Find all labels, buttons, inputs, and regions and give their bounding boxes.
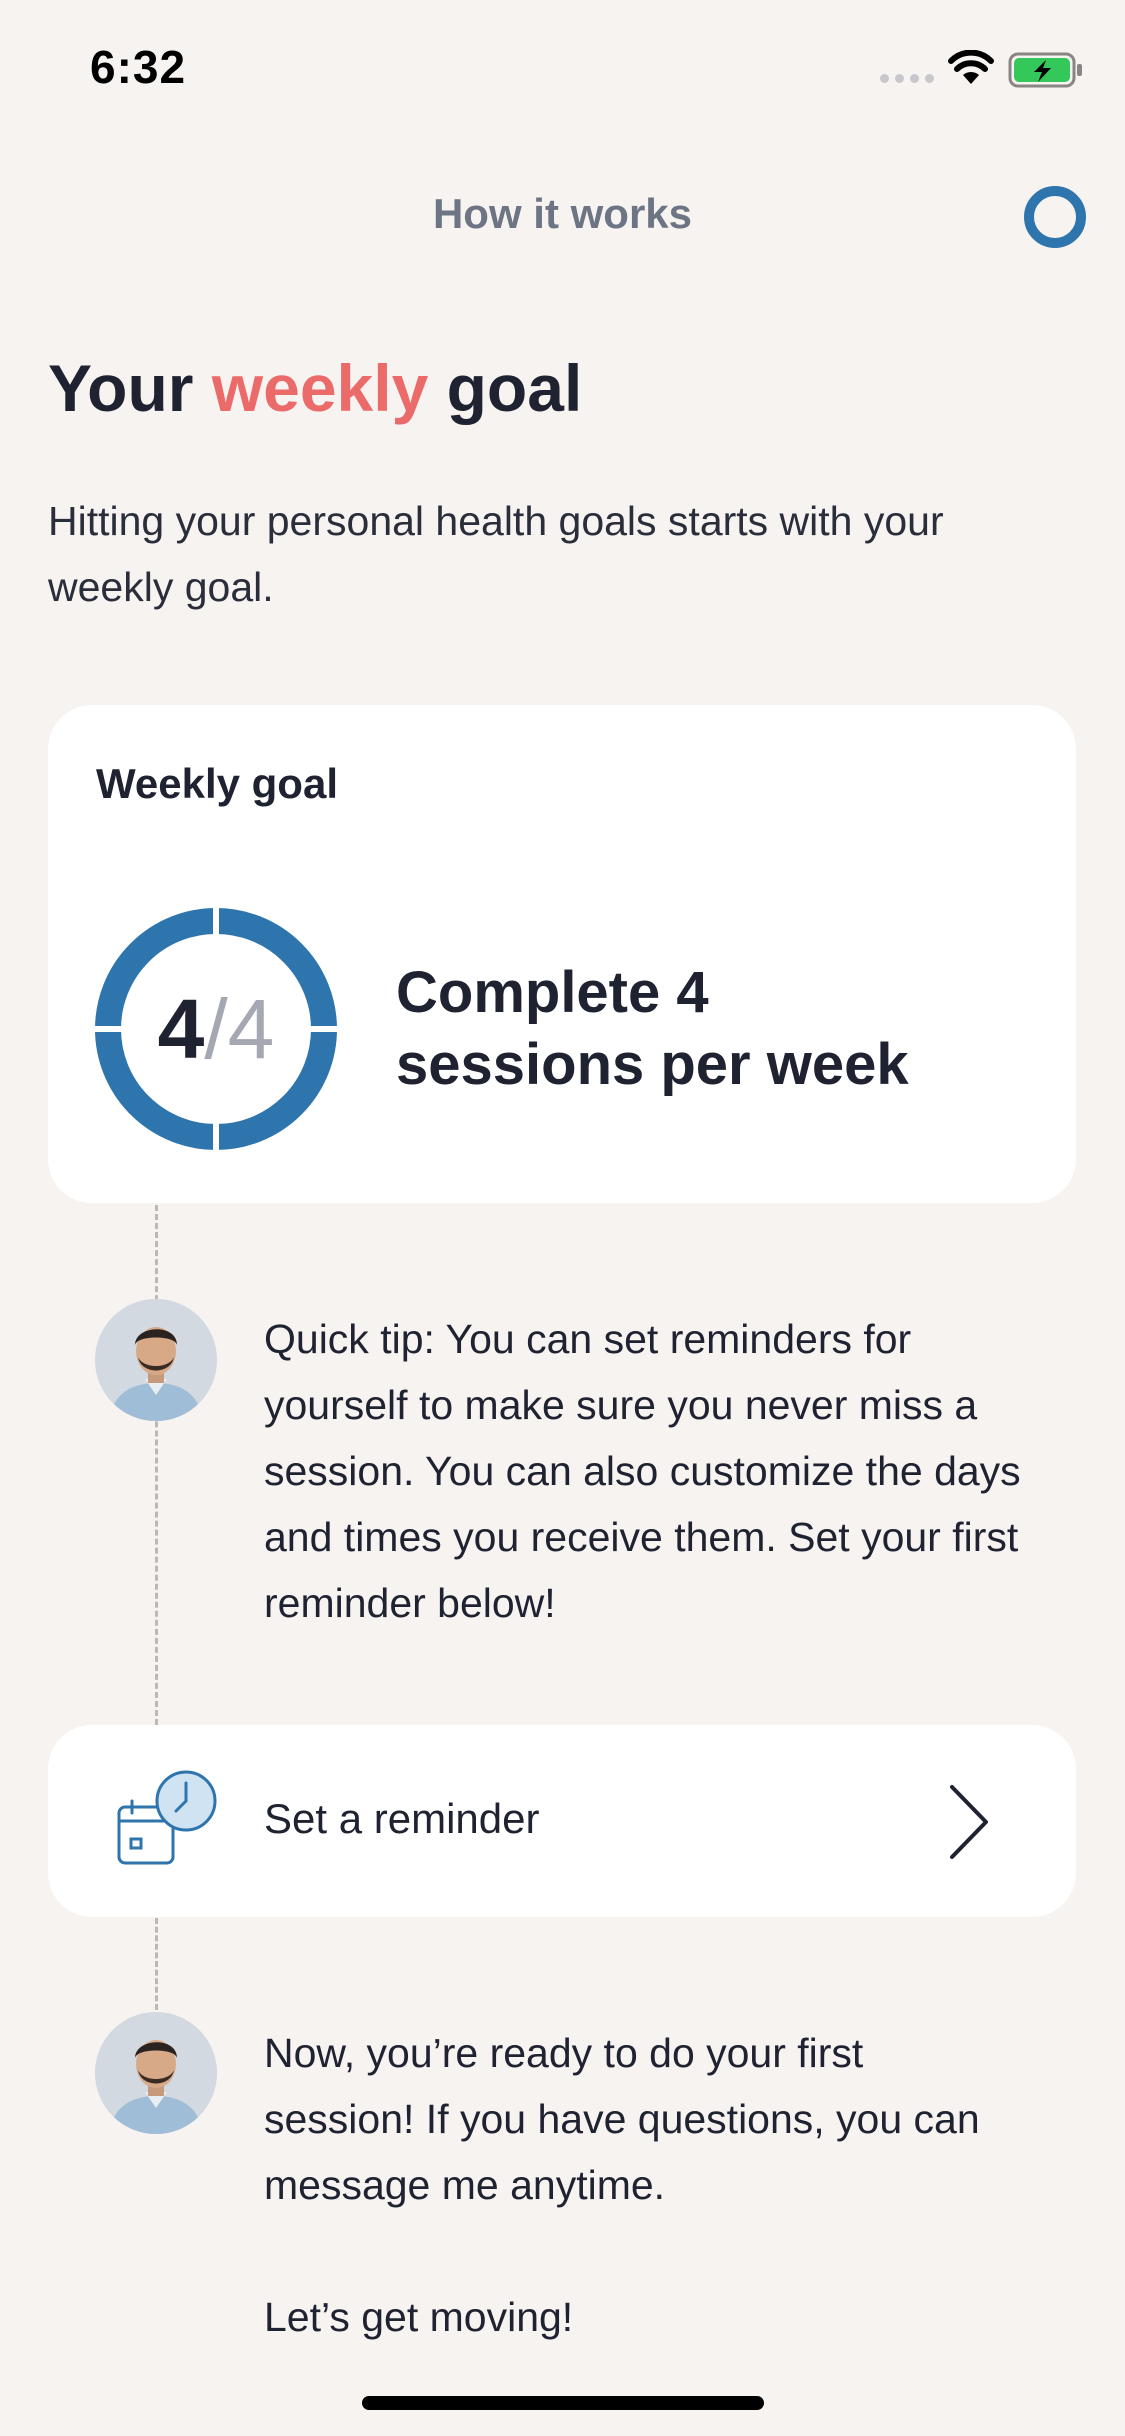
how-it-works-screen: 6:32 How it works Your weekly goal Hitti… bbox=[0, 0, 1125, 2436]
goal-target: 4 bbox=[227, 981, 275, 1076]
calendar-clock-icon bbox=[117, 1770, 217, 1865]
goal-completed: 4 bbox=[157, 981, 205, 1076]
nav-title: How it works bbox=[432, 190, 693, 237]
title-prefix: Your bbox=[48, 351, 212, 425]
goal-separator: / bbox=[204, 981, 228, 1076]
timeline-connector bbox=[155, 1205, 158, 1725]
goal-progress-ring: 4/4 bbox=[94, 907, 338, 1151]
page-title: Your weekly goal bbox=[48, 350, 582, 426]
goal-text-line2: sessions per week bbox=[396, 1032, 909, 1097]
title-accent: weekly bbox=[211, 351, 429, 425]
weekly-goal-card: Weekly goal 4/4 Complete 4 sessions per … bbox=[48, 705, 1076, 1203]
goal-text-line1: Complete 4 bbox=[396, 960, 709, 1025]
coach-message: Now, you’re ready to do your first sessi… bbox=[264, 2030, 980, 2208]
closing-message: Let’s get moving! bbox=[264, 2294, 574, 2340]
progress-ring-icon[interactable] bbox=[1024, 186, 1086, 248]
coach-message: Quick tip: You can set reminders for you… bbox=[264, 1316, 1021, 1626]
goal-card-label: Weekly goal bbox=[96, 760, 338, 807]
home-indicator[interactable] bbox=[362, 2396, 764, 2410]
cellular-signal-icon bbox=[880, 74, 934, 83]
page-subtitle: Hitting your personal health goals start… bbox=[48, 498, 944, 610]
coach-avatar bbox=[95, 2012, 217, 2134]
battery-charging-icon bbox=[1008, 52, 1082, 88]
wifi-icon bbox=[948, 50, 994, 84]
set-reminder-button[interactable]: Set a reminder bbox=[48, 1725, 1076, 1917]
status-time: 6:32 bbox=[90, 41, 187, 93]
coach-avatar bbox=[95, 1299, 217, 1421]
goal-count: 4/4 bbox=[94, 907, 338, 1151]
status-bar: 6:32 bbox=[0, 0, 1125, 140]
title-suffix: goal bbox=[428, 351, 583, 425]
chevron-right-icon bbox=[950, 1785, 988, 1859]
timeline-connector bbox=[155, 1918, 158, 2010]
goal-description: Complete 4 sessions per week bbox=[396, 957, 909, 1101]
reminder-label: Set a reminder bbox=[264, 1795, 540, 1842]
